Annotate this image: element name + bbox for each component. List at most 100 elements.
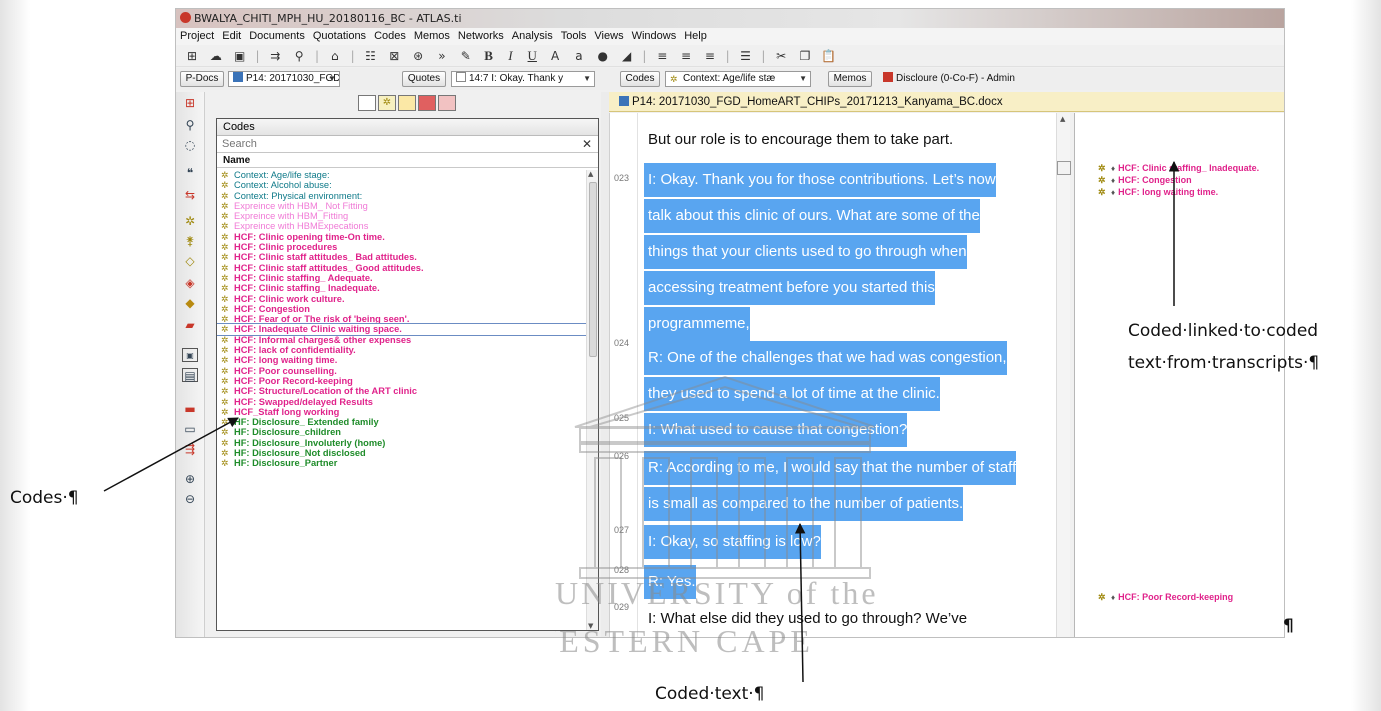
column-header-name[interactable]: Name [217, 153, 598, 168]
code-selector[interactable]: ✲ Context: Age/life stæ ▼ [665, 71, 811, 87]
code-list-item[interactable]: ✲ HF: Disclosure_Partner [217, 458, 587, 468]
document-line[interactable]: they used to spend a lot of time at the … [644, 377, 940, 411]
code-list-item[interactable]: ✲ HCF: Clinic staffing_ Inadequate. [217, 283, 587, 293]
highlight-icon[interactable]: ◢ [617, 45, 637, 67]
document-line[interactable]: accessing treatment before you started t… [644, 271, 935, 305]
document-line[interactable]: programmeme, [644, 307, 750, 341]
document-line[interactable]: things that your clients used to go thro… [644, 235, 967, 269]
font-shrink-icon[interactable]: a [569, 45, 589, 67]
tab-codes[interactable]: ✲ [378, 95, 396, 111]
codes-scrollbar[interactable]: ▲ ▼ [586, 170, 598, 630]
margin-toggle[interactable] [1057, 161, 1071, 175]
menu-help[interactable]: Help [684, 30, 707, 42]
memo-tool-icon[interactable]: ▰ [182, 318, 198, 332]
scroll-thumb[interactable] [589, 182, 597, 357]
margin-left-icon[interactable]: ▬ [182, 402, 198, 416]
document-editor[interactable]: 023 024 025 026 027 028 029 But our role… [609, 113, 1059, 637]
cut-icon[interactable]: ✂ [771, 45, 791, 67]
document-view-icon[interactable]: ▤ [182, 368, 198, 383]
pdocs-button[interactable]: P-Docs [180, 71, 224, 87]
margin-code-link[interactable]: ✲ ♦ HCF: long waiting time. [1098, 187, 1218, 198]
scroll-up-icon[interactable]: ▲ [1060, 115, 1065, 123]
pane-splitter[interactable] [601, 92, 609, 637]
margin-code-link[interactable]: ✲ ♦ HCF: Congestion [1098, 175, 1192, 186]
zoom-out-icon[interactable]: ⊖ [182, 492, 198, 506]
menu-project[interactable]: Project [180, 30, 214, 42]
code-list-item[interactable]: ✲ HCF: Clinic staff attitudes_ Good attit… [217, 263, 587, 273]
code-list-item[interactable]: ✲ HCF: Inadequate Clinic waiting space. [217, 323, 587, 336]
tab-networks[interactable] [438, 95, 456, 111]
document-line[interactable]: is small as compared to the number of pa… [644, 487, 964, 521]
comment-icon[interactable]: ☁ [206, 45, 226, 67]
tab-quotations[interactable] [398, 95, 416, 111]
document-line[interactable]: But our role is to encourage them to tak… [644, 123, 953, 157]
menu-tools[interactable]: Tools [561, 30, 587, 42]
code-list-item[interactable]: ✲ HCF: Informal charges& other expenses [217, 335, 587, 345]
margin-code-link[interactable]: ✲ ♦ HCF: Poor Record-keeping [1098, 592, 1233, 603]
hierarchy-icon[interactable]: ⇶ [182, 442, 198, 456]
code-list-item[interactable]: ✲ HCF: Clinic staff attitudes_ Bad attitu… [217, 252, 587, 262]
code-list-item[interactable]: ✲ Expreince with HBMExpecations [217, 221, 587, 231]
document-line[interactable]: I: What used to cause that congestion? [644, 413, 908, 447]
tab-memos[interactable] [418, 95, 436, 111]
link-icon[interactable]: ⇆ [182, 188, 198, 202]
pdoc-selector[interactable]: P14: 20171030_FGD_ ▼ [228, 71, 340, 87]
quotes-button[interactable]: Quotes [402, 71, 446, 87]
italic-button[interactable]: I [501, 45, 519, 67]
bold-button[interactable]: B [480, 45, 498, 67]
zoom-in-icon[interactable]: ⊕ [182, 472, 198, 486]
menu-documents[interactable]: Documents [249, 30, 305, 42]
code-list-item[interactable]: ✲ HCF: Poor Record-keeping [217, 376, 587, 386]
document-tab[interactable]: P14: 20171030_FGD_HomeART_CHIPs_20171213… [609, 92, 1284, 112]
document-scrollbar[interactable]: ▲ [1056, 113, 1070, 637]
menu-views[interactable]: Views [594, 30, 623, 42]
code-list-item[interactable]: ✲ HCF: Clinic opening time-On time. [217, 232, 587, 242]
code-list-icon[interactable]: ✲ [182, 214, 198, 228]
menu-windows[interactable]: Windows [632, 30, 677, 42]
code-list-item[interactable]: ✲ HCF: Clinic staffing_ Adequate. [217, 273, 587, 283]
code-list-item[interactable]: ✲ HCF: Congestion [217, 304, 587, 314]
code-list-item[interactable]: ✲ HCF: Poor counselling. [217, 366, 587, 376]
menu-memos[interactable]: Memos [414, 30, 450, 42]
document-line[interactable]: talk about this clinic of ours. What are… [644, 199, 980, 233]
codes-search-input[interactable] [217, 136, 567, 152]
copy-icon[interactable]: ❐ [795, 45, 815, 67]
code-filter-icon[interactable]: ⚵ [182, 234, 198, 248]
close-icon[interactable]: ✕ [582, 136, 592, 152]
codes-button[interactable]: Codes [620, 71, 660, 87]
code-list-item[interactable]: ✲ HCF: Clinic work culture. [217, 294, 587, 304]
document-line[interactable]: R: According to me, I would say that the… [644, 451, 1017, 485]
document-line[interactable]: I: What else did they used to go through… [644, 602, 967, 636]
query-tool-icon[interactable]: ⊠ [384, 45, 404, 67]
code-split-icon[interactable]: ◈ [182, 276, 198, 290]
overflow-chevron-icon[interactable]: » [432, 45, 452, 67]
document-line[interactable]: I: Okay. Thank you for those contributio… [644, 163, 996, 197]
tab-documents[interactable] [358, 95, 376, 111]
open-folder-icon[interactable]: ⌂ [325, 45, 345, 67]
comment-bubble-icon[interactable]: ◌ [182, 138, 198, 152]
code-color-icon[interactable]: ◆ [182, 296, 198, 310]
margin-code-link[interactable]: ✲ ♦ HCF: Clinic staffing_ Inadequate. [1098, 163, 1259, 174]
code-list-item[interactable]: ✲ Context: Physical environment: [217, 191, 587, 201]
code-list-item[interactable]: ✲ HCF_Staff long working [217, 407, 587, 417]
pen-icon[interactable]: ✎ [456, 45, 476, 67]
bullets-icon[interactable]: ☰ [736, 45, 756, 67]
assign-icon[interactable]: ⇉ [265, 45, 285, 67]
code-list-item[interactable]: ✲ Expreince with HBM_Fitting [217, 211, 587, 221]
margin-right-icon[interactable]: ▭ [182, 422, 198, 436]
save-icon[interactable]: ▣ [230, 45, 250, 67]
document-line[interactable]: R: One of the challenges that we had was… [644, 341, 1007, 375]
menu-quotations[interactable]: Quotations [313, 30, 366, 42]
code-list-item[interactable]: ✲ HCF: long waiting time. [217, 355, 587, 365]
binoculars-icon[interactable]: ⚲ [289, 45, 309, 67]
margin-view-icon[interactable]: ⊞ [182, 96, 198, 110]
underline-button[interactable]: U [523, 45, 541, 67]
memos-button[interactable]: Memos [828, 71, 872, 87]
document-line[interactable]: R: Yes. [644, 565, 696, 599]
code-list-item[interactable]: ✲ HCF: lack of confidentiality. [217, 345, 587, 355]
menu-networks[interactable]: Networks [458, 30, 504, 42]
code-list-item[interactable]: ✲ HCF: Clinic procedures [217, 242, 587, 252]
code-list-item[interactable]: ✲ HCF: Structure/Location of the ART clin… [217, 386, 587, 396]
memo-selector[interactable]: Discloure (0-Co-F) - Admin [878, 71, 1048, 87]
search-icon[interactable]: ⚲ [182, 118, 198, 132]
